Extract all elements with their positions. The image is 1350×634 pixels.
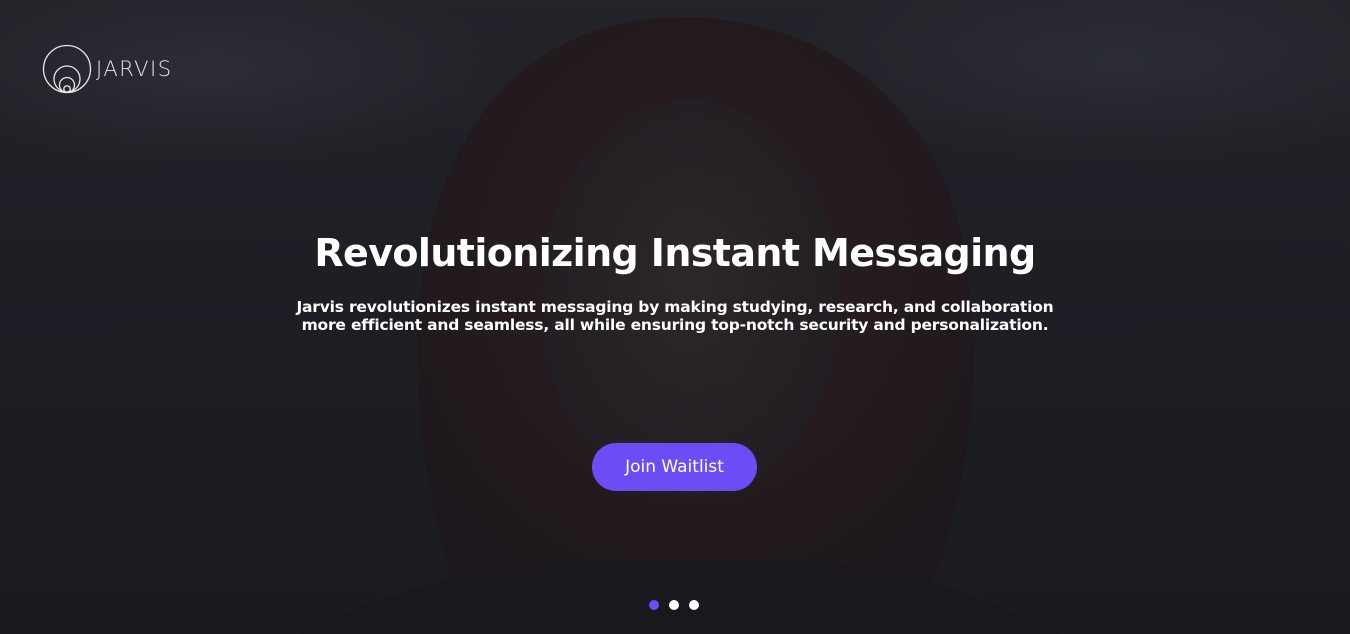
hero-section: JARVIS Revolutionizing Instant Messaging… (0, 0, 1350, 634)
brand-logo[interactable]: JARVIS (42, 44, 173, 94)
hero-subtitle: Jarvis revolutionizes instant messaging … (296, 298, 1054, 334)
carousel-pagination (649, 600, 699, 610)
concentric-circles-logo-icon (42, 44, 92, 94)
carousel-dot-2[interactable] (669, 600, 679, 610)
carousel-dot-1[interactable] (649, 600, 659, 610)
join-waitlist-button[interactable]: Join Waitlist (592, 443, 757, 491)
carousel-dot-3[interactable] (689, 600, 699, 610)
brand-name: JARVIS (96, 56, 173, 81)
hero-content: Revolutionizing Instant Messaging Jarvis… (0, 226, 1350, 334)
hero-title: Revolutionizing Instant Messaging (314, 231, 1036, 275)
